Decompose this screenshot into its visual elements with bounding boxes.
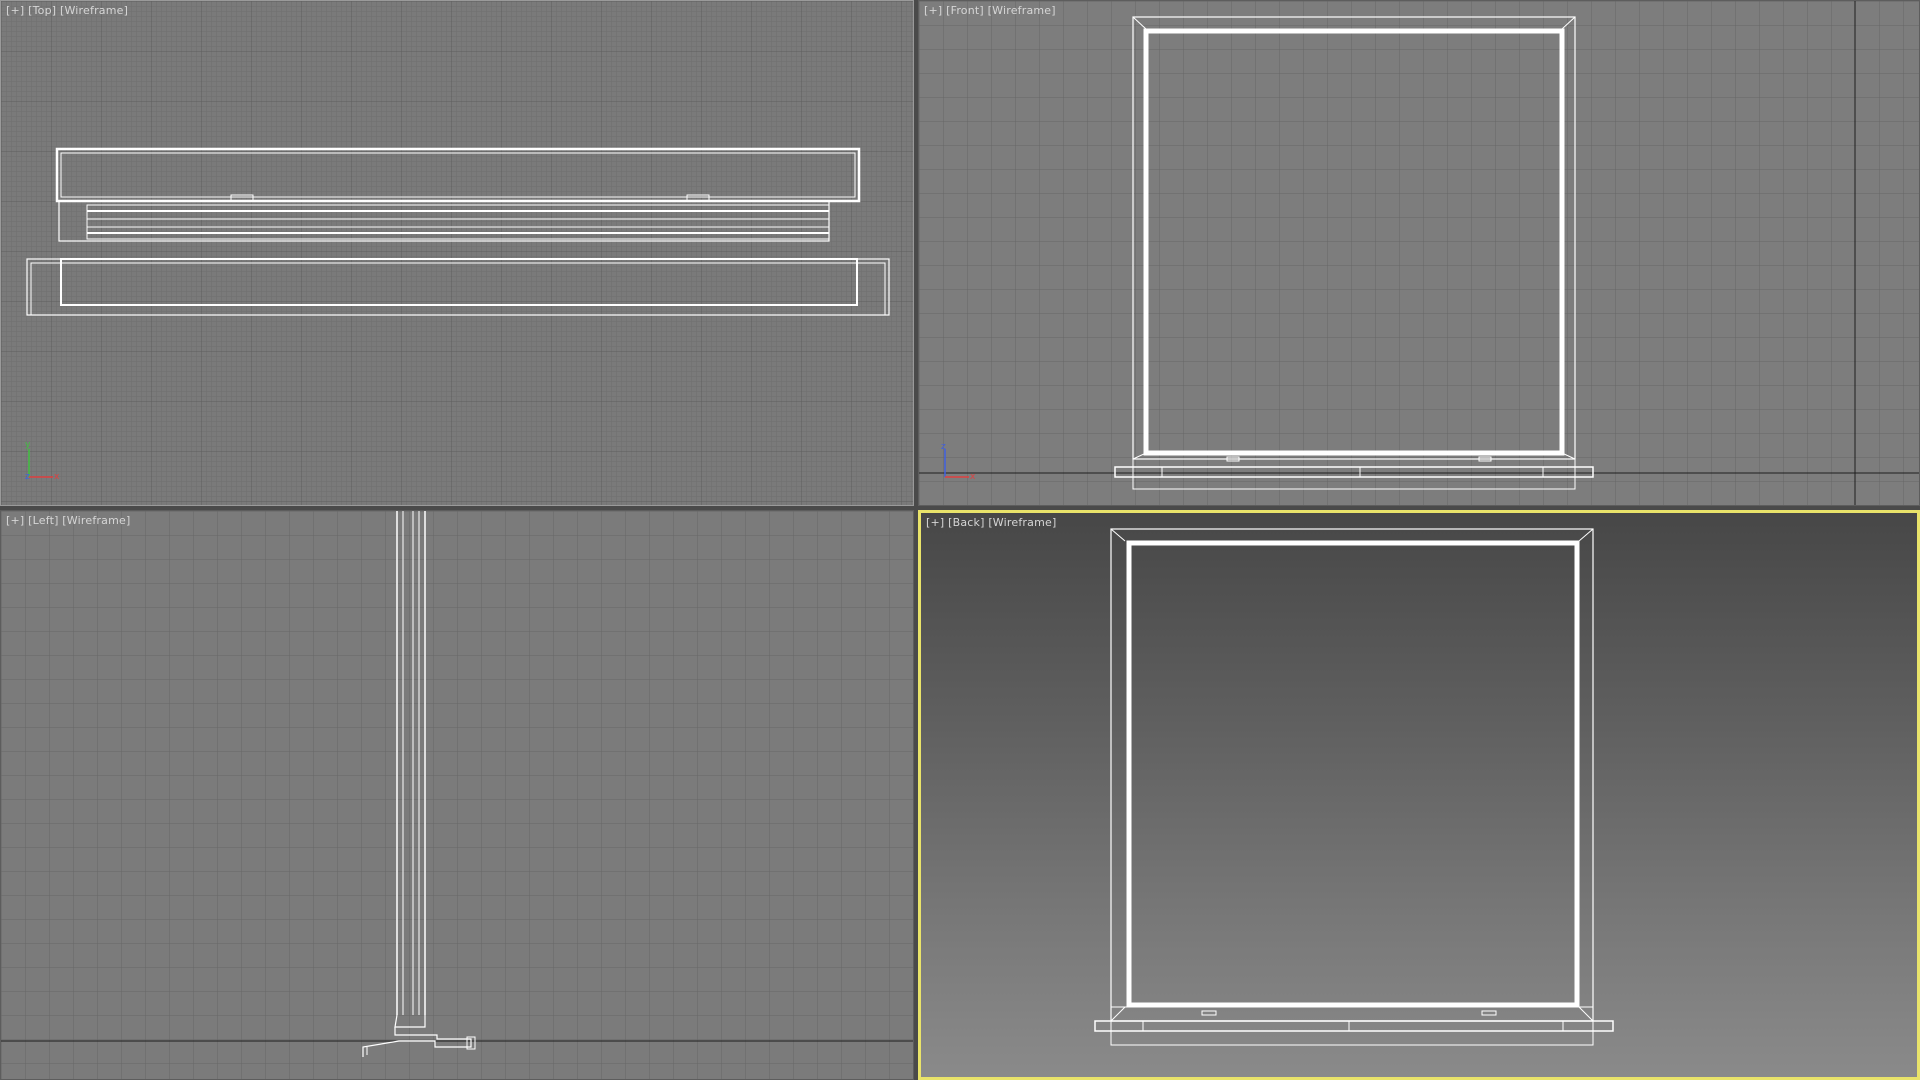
- viewport-back-view-menu[interactable]: [Back]: [948, 516, 985, 529]
- viewport-left[interactable]: [+] [Left] [Wireframe]: [0, 510, 914, 1080]
- viewport-top-shading-menu[interactable]: [Wireframe]: [60, 4, 128, 17]
- viewport-left-canvas[interactable]: [1, 511, 913, 1079]
- viewport-top-grid: [1, 1, 913, 505]
- axis-z-label: z: [941, 442, 946, 452]
- viewport-top-plus-menu[interactable]: [+]: [6, 4, 24, 17]
- axis-y-label: y: [25, 440, 31, 450]
- viewport-left-label: [+] [Left] [Wireframe]: [6, 514, 130, 527]
- viewport-back-plus-menu[interactable]: [+]: [926, 516, 944, 529]
- viewport-top-label: [+] [Top] [Wireframe]: [6, 4, 128, 17]
- viewport-front-shading-menu[interactable]: [Wireframe]: [988, 4, 1056, 17]
- viewport-top[interactable]: [+] [Top] [Wireframe] y x z: [0, 0, 914, 506]
- viewport-left-shading-menu[interactable]: [Wireframe]: [62, 514, 130, 527]
- viewport-front-label: [+] [Front] [Wireframe]: [924, 4, 1056, 17]
- viewport-top-view-menu[interactable]: [Top]: [28, 4, 56, 17]
- viewport-back-canvas[interactable]: [921, 513, 1917, 1077]
- viewport-front-grid: [919, 1, 1919, 505]
- viewport-back-shading-menu[interactable]: [Wireframe]: [988, 516, 1056, 529]
- viewport-front-canvas[interactable]: z x: [919, 1, 1919, 505]
- viewport-front[interactable]: [+] [Front] [Wireframe] z x: [918, 0, 1920, 506]
- viewport-left-plus-menu[interactable]: [+]: [6, 514, 24, 527]
- viewport-layout: [+] [Top] [Wireframe] y x z [+] [Front] …: [0, 0, 1920, 1080]
- viewport-front-plus-menu[interactable]: [+]: [924, 4, 942, 17]
- viewport-left-view-menu[interactable]: [Left]: [28, 514, 58, 527]
- axis-z-label: z: [25, 472, 30, 482]
- viewport-top-canvas[interactable]: y x z: [1, 1, 914, 506]
- viewport-back-label: [+] [Back] [Wireframe]: [926, 516, 1056, 529]
- axis-x-label: x: [54, 472, 60, 482]
- viewport-left-grid: [1, 511, 913, 1079]
- viewport-front-view-menu[interactable]: [Front]: [946, 4, 984, 17]
- axis-x-label: x: [970, 472, 976, 482]
- viewport-back-active[interactable]: [+] [Back] [Wireframe]: [918, 510, 1920, 1080]
- back-view-wireframe-model[interactable]: [1094, 528, 1614, 1046]
